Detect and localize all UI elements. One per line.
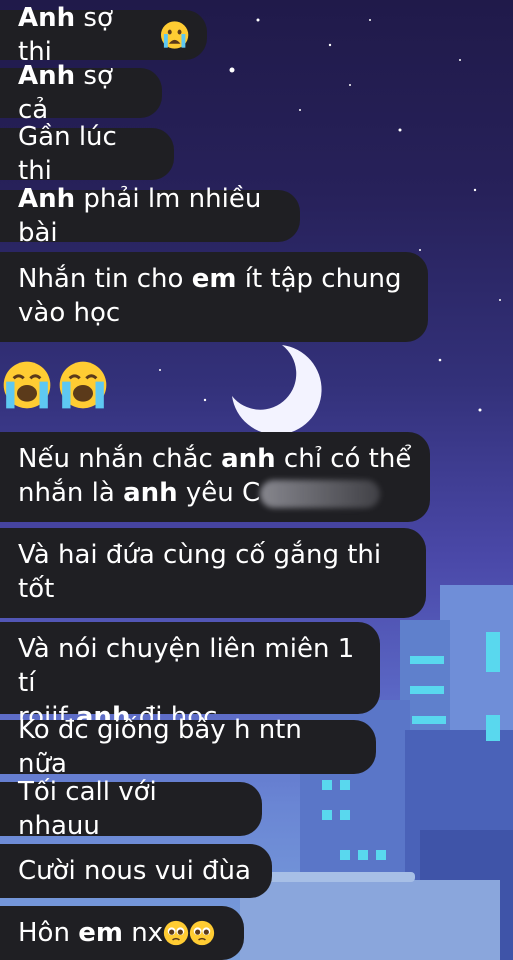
message-bubble[interactable]: Ko đc giống bây h ntn nữa: [0, 715, 376, 779]
loudly-crying-face-icon: [59, 361, 107, 409]
message-bubble[interactable]: Anh sợ thi: [0, 3, 207, 67]
message-thread: Anh sợ thi Anh sợ cả Gần lúc thi Anh phả…: [0, 0, 513, 960]
loudly-crying-face-icon: [3, 361, 51, 409]
message-bubble[interactable]: Tối call với nhauu: [0, 777, 262, 841]
message-bubble[interactable]: Và nói chuyện liên miên 1 tí roiif anh đ…: [0, 622, 380, 732]
redacted-name: [260, 479, 381, 508]
message-bubble[interactable]: Và hai đứa cùng cố gắng thi tốt: [0, 528, 426, 618]
emoji-message[interactable]: [2, 360, 108, 412]
message-bubble[interactable]: Nhắn tin cho em ít tập chung vào học: [0, 252, 428, 342]
message-bubble[interactable]: Anh phải lm nhiều bài: [0, 184, 300, 248]
pleading-face-icon: [163, 920, 189, 946]
message-bubble[interactable]: Hôn em nx: [0, 906, 244, 960]
message-bubble[interactable]: Nếu nhắn chắc anh chỉ có thể nhắn là anh…: [0, 432, 430, 522]
crying-face-icon: [160, 21, 189, 49]
pleading-face-icon: [189, 920, 215, 946]
message-bubble[interactable]: Gần lúc thi: [0, 122, 174, 186]
message-bubble[interactable]: Cười nous vui đùa: [0, 844, 272, 898]
message-bubble[interactable]: Anh sợ cả: [0, 61, 162, 125]
